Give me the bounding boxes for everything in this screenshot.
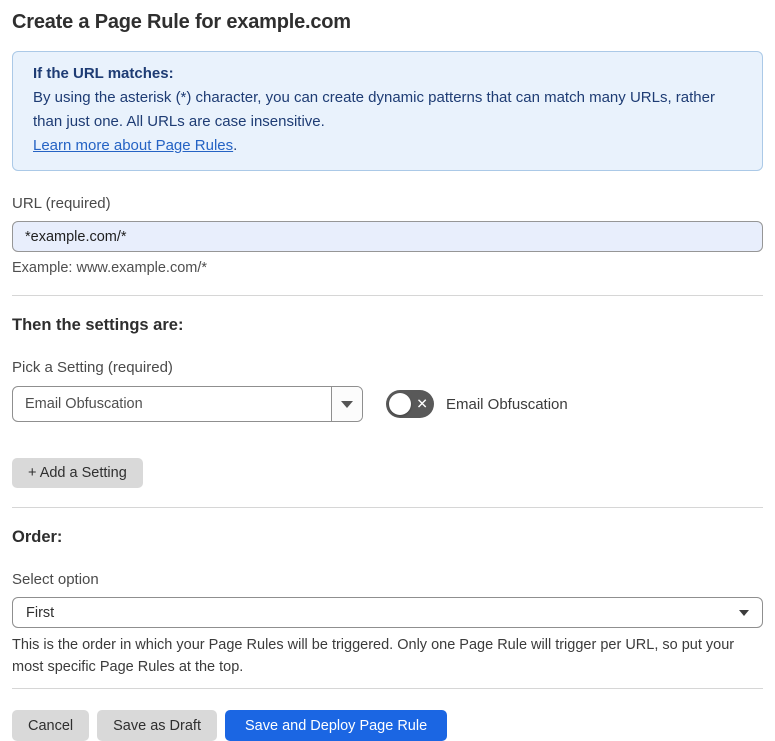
settings-section-heading: Then the settings are: — [12, 316, 184, 334]
setting-row: Email Obfuscation ✕ Email Obfuscation — [12, 386, 763, 422]
divider — [12, 688, 763, 689]
page-title: Create a Page Rule for example.com — [12, 11, 351, 33]
info-box-body-text: By using the asterisk (*) character, you… — [33, 89, 715, 130]
order-select-label: Select option — [12, 571, 99, 588]
setting-select-arrow-button[interactable] — [331, 387, 362, 421]
url-field-label: URL (required) — [12, 195, 111, 212]
info-box-heading: If the URL matches: — [33, 65, 174, 82]
page-rule-form: Create a Page Rule for example.com If th… — [0, 0, 775, 741]
pick-setting-label: Pick a Setting (required) — [12, 359, 173, 376]
save-as-draft-button[interactable]: Save as Draft — [97, 710, 217, 741]
link-period: . — [233, 137, 238, 154]
footer-actions: Cancel Save as Draft Save and Deploy Pag… — [12, 710, 763, 741]
learn-more-link[interactable]: Learn more about Page Rules — [33, 137, 233, 154]
save-and-deploy-button[interactable]: Save and Deploy Page Rule — [224, 710, 448, 741]
order-helper-text: This is the order in which your Page Rul… — [12, 637, 735, 675]
toggle-label: Email Obfuscation — [446, 395, 568, 413]
order-select-value: First — [26, 604, 55, 621]
setting-select-value: Email Obfuscation — [25, 396, 143, 412]
chevron-down-icon — [341, 400, 353, 408]
divider — [12, 295, 763, 296]
chevron-down-icon — [739, 609, 749, 616]
url-match-info-box: If the URL matches: By using the asteris… — [12, 51, 763, 171]
toggle-off-x-icon: ✕ — [416, 395, 428, 412]
url-example-text: Example: www.example.com/* — [12, 260, 208, 276]
add-setting-button[interactable]: + Add a Setting — [12, 458, 143, 488]
order-select[interactable]: First — [12, 597, 763, 628]
email-obfuscation-toggle[interactable]: ✕ — [386, 390, 434, 418]
divider — [12, 507, 763, 508]
order-section-heading: Order: — [12, 528, 63, 546]
setting-select[interactable]: Email Obfuscation — [12, 386, 363, 422]
cancel-button[interactable]: Cancel — [12, 710, 90, 741]
info-box-body: By using the asterisk (*) character, you… — [33, 86, 742, 158]
url-input[interactable] — [12, 221, 763, 252]
toggle-knob — [389, 393, 411, 415]
